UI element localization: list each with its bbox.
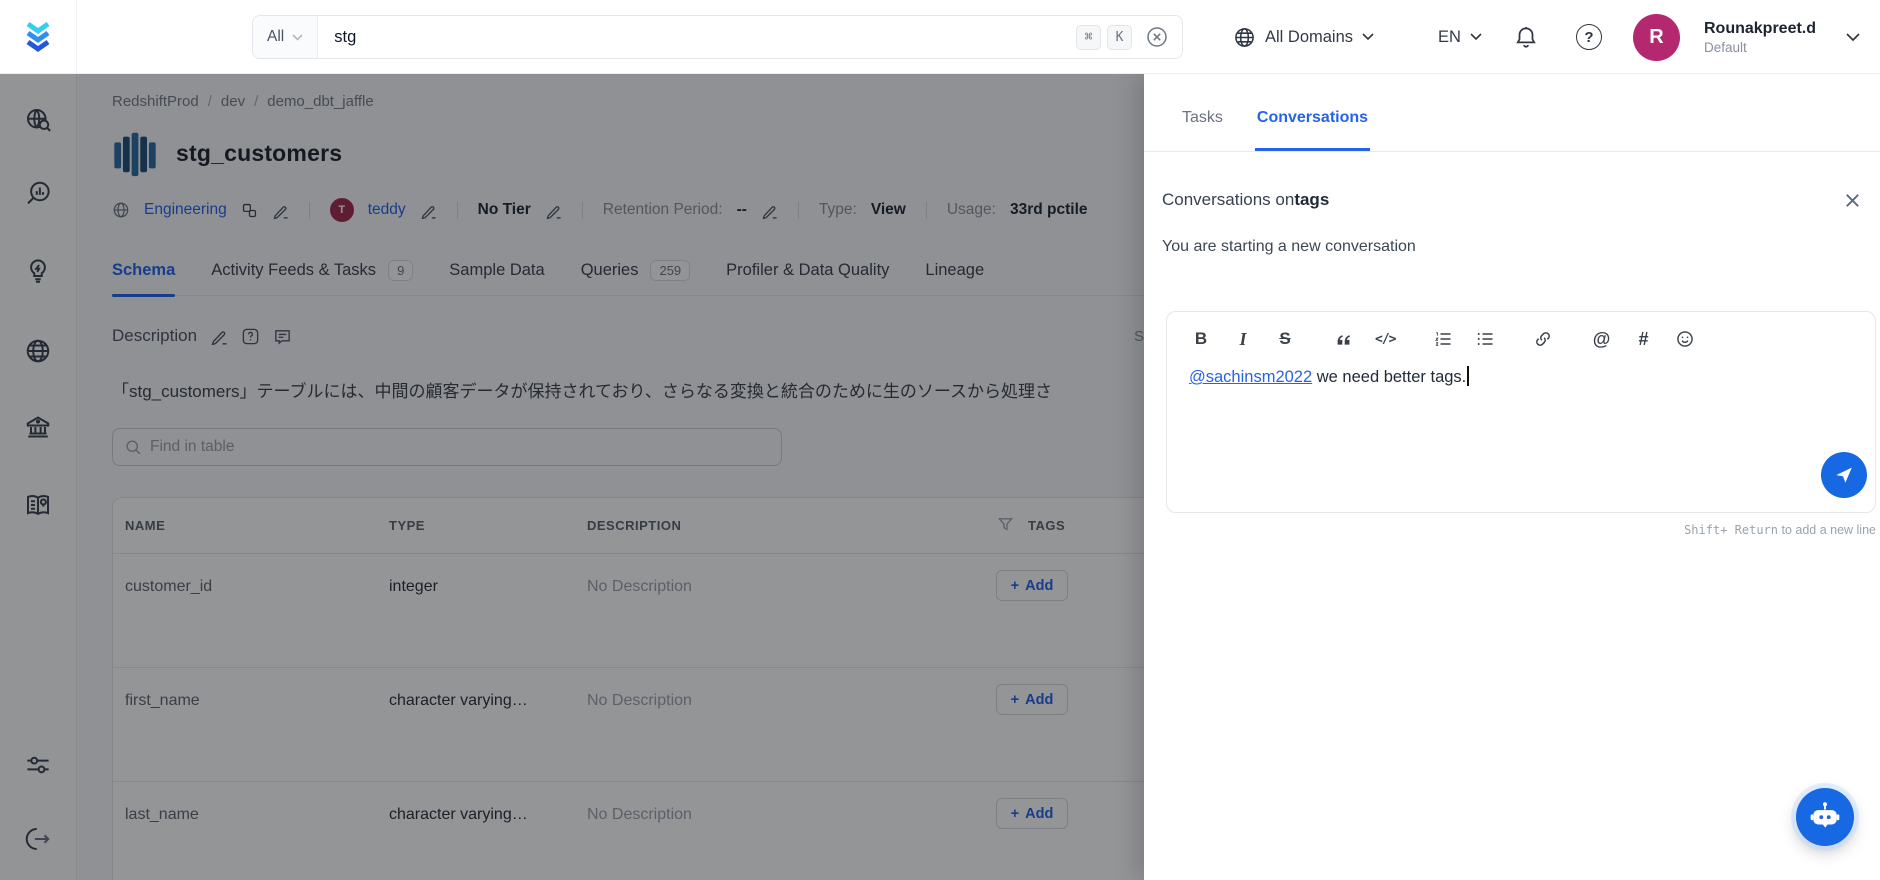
kbd-k-badge: K <box>1107 24 1132 50</box>
send-button[interactable] <box>1821 452 1867 498</box>
user-menu[interactable]: Rounakpreet.d Default <box>1692 0 1816 74</box>
message-text: we need better tags. <box>1312 368 1467 386</box>
panel-heading-row: Conversations on tags <box>1162 190 1862 210</box>
conversations-panel: Tasks Conversations Conversations on tag… <box>1144 74 1880 880</box>
code-button[interactable]: </> <box>1375 328 1397 350</box>
search-scope-label: All <box>267 28 285 45</box>
question-glyph: ? <box>1584 28 1594 46</box>
kbd-command-badge: ⌘ <box>1076 24 1101 50</box>
message-editor: B I S </> @ # @sachinsm2022 we need bett… <box>1166 311 1876 513</box>
conversations-on-label: Conversations on <box>1162 190 1295 209</box>
domains-label: All Domains <box>1265 27 1354 46</box>
blockquote-button[interactable] <box>1333 328 1353 350</box>
editor-toolbar: B I S </> @ # <box>1167 312 1875 350</box>
circle-x-icon <box>1147 27 1167 47</box>
dim-overlay <box>0 74 1144 880</box>
panel-tabbar: Tasks Conversations <box>1144 74 1880 152</box>
emoji-button[interactable] <box>1675 328 1695 350</box>
close-icon <box>1846 193 1859 207</box>
link-button[interactable] <box>1533 328 1553 350</box>
user-menu-caret[interactable] <box>1846 0 1860 74</box>
avatar-initial: R <box>1649 25 1664 48</box>
app-logo[interactable] <box>0 0 77 74</box>
chevron-down-icon <box>1470 33 1482 41</box>
app-window: All ⌘ K All Domains <box>0 0 1880 880</box>
search-input[interactable] <box>318 27 1076 47</box>
ordered-list-button[interactable] <box>1433 328 1453 350</box>
new-conversation-status: You are starting a new conversation <box>1162 238 1416 255</box>
user-workspace: Default <box>1704 39 1747 55</box>
chevron-down-icon <box>1362 33 1374 41</box>
mention-link[interactable]: @sachinsm2022 <box>1189 368 1312 386</box>
user-avatar[interactable]: R <box>1633 0 1680 74</box>
bell-icon <box>1516 27 1536 48</box>
hashtag-button[interactable]: # <box>1633 328 1653 350</box>
send-icon <box>1836 467 1852 483</box>
ordered-list-icon <box>1435 332 1451 346</box>
search-clear-button[interactable] <box>1146 26 1168 48</box>
conversation-subject: tags <box>1294 190 1330 209</box>
logo-chevrons-icon <box>26 21 50 53</box>
strikethrough-button[interactable]: S <box>1275 328 1295 350</box>
search-scope-selector[interactable]: All <box>253 16 319 58</box>
language-label: EN <box>1438 27 1461 46</box>
language-selector[interactable]: EN <box>1438 0 1482 74</box>
quote-icon <box>1337 334 1350 345</box>
mention-button[interactable]: @ <box>1591 328 1611 350</box>
italic-button[interactable]: I <box>1233 328 1253 350</box>
domains-selector[interactable]: All Domains <box>1233 0 1374 74</box>
help-button[interactable]: ? <box>1576 0 1602 74</box>
text-caret <box>1467 366 1469 386</box>
close-panel-button[interactable] <box>1843 191 1862 210</box>
bullet-list-button[interactable] <box>1475 328 1495 350</box>
emoji-icon <box>1677 331 1694 347</box>
user-name: Rounakpreet.d <box>1704 19 1817 37</box>
link-icon <box>1536 332 1551 346</box>
robot-icon <box>1810 802 1840 828</box>
tab-tasks[interactable]: Tasks <box>1182 109 1223 151</box>
question-icon: ? <box>1576 24 1602 50</box>
message-input[interactable]: @sachinsm2022 we need better tags. <box>1167 350 1875 403</box>
chevron-down-icon <box>292 33 303 41</box>
tab-conversations[interactable]: Conversations <box>1254 109 1371 151</box>
assistant-bot-button[interactable] <box>1796 788 1854 846</box>
bold-button[interactable]: B <box>1191 328 1211 350</box>
avatar: R <box>1633 13 1680 61</box>
chevron-down-icon <box>1846 32 1860 41</box>
notifications-button[interactable] <box>1513 0 1539 74</box>
bullet-list-icon <box>1478 333 1493 345</box>
newline-hint: Shift+ Return to add a new line <box>1166 523 1876 537</box>
hint-rest: to add a new line <box>1778 523 1876 537</box>
globe-icon <box>1235 27 1254 47</box>
hint-keys: Shift+ Return <box>1684 523 1778 537</box>
top-bar: All ⌘ K All Domains <box>0 0 1880 74</box>
global-search-bar: All ⌘ K <box>252 15 1183 59</box>
